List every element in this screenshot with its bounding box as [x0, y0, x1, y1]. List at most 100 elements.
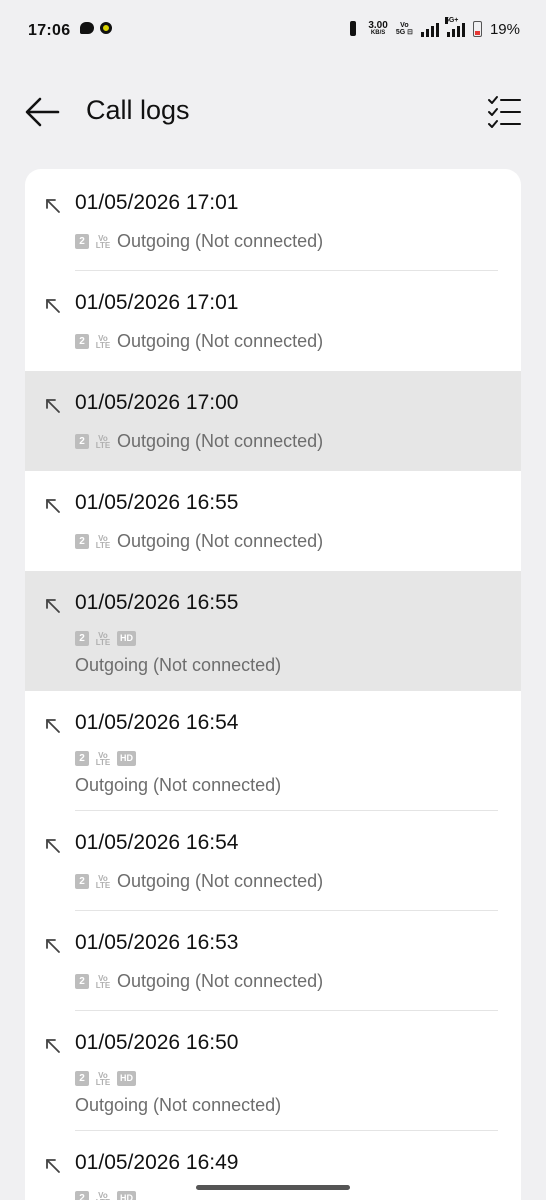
volte-icon-bottom: LTE [95, 880, 111, 890]
outgoing-call-icon [46, 399, 60, 413]
call-status: Outgoing (Not connected) [75, 655, 282, 675]
volte-status-top: Vo [400, 22, 409, 29]
call-datetime: 01/05/2026 16:53 [75, 931, 239, 954]
sim-2-icon: 2 [75, 974, 89, 989]
call-log-item[interactable]: 01/05/2026 17:00 2 Vo LTE Outgoing (Not conn… [25, 371, 521, 471]
outgoing-call-icon [46, 719, 60, 733]
call-log-item[interactable]: 01/05/2026 16:55 2 Vo LTE HD Outgoing (Not co… [25, 571, 521, 691]
sim-2-icon: 2 [75, 751, 89, 766]
call-datetime: 01/05/2026 16:54 [75, 831, 239, 854]
volte-icon-bottom: LTE [95, 240, 111, 250]
screen: 17:06 3.00 KB/S Vo 5G ⊟ 5G+ 19% Call log… [0, 0, 546, 1200]
sim-2-icon: 2 [75, 434, 89, 449]
hd-voice-icon: HD [117, 631, 136, 646]
call-status: Outgoing (Not connected) [117, 531, 324, 551]
volte-icon: VoLTE [95, 234, 111, 250]
call-meta: 2 Vo LTE Outgoing (Not connected) [75, 331, 323, 352]
call-log-item[interactable]: 01/05/2026 16:50 2 Vo LTE HD Outgoing (Not co… [25, 1011, 521, 1131]
outgoing-call-icon [46, 839, 60, 853]
volte-icon: VoLTE [95, 974, 111, 990]
sim-2-icon: 2 [75, 334, 89, 349]
battery-icon [472, 21, 482, 37]
call-meta: 2 VoLTE HD [75, 751, 136, 766]
call-log-item[interactable]: 01/05/2026 16:53 2 Vo LTE Outgoing (Not conn… [25, 911, 521, 1011]
volte-icon: VoLTE [95, 434, 111, 450]
hd-voice-icon: HD [117, 1191, 136, 1200]
status-right-icons: 3.00 KB/S Vo 5G ⊟ 5G+ 19% [346, 17, 520, 38]
call-datetime: 01/05/2026 16:54 [75, 711, 239, 734]
call-meta: 2 Vo LTE Outgoing (Not connected) [75, 971, 323, 992]
sim-2-icon: 2 [75, 1191, 89, 1200]
sim-2-icon: 2 [75, 234, 89, 249]
chat-notification-icon [80, 22, 94, 34]
call-meta: 2 VoLTE HD [75, 1191, 136, 1200]
call-status: Outgoing (Not connected) [117, 871, 324, 891]
app-notification-icon [100, 22, 112, 34]
outgoing-call-icon [46, 499, 60, 513]
network-speed-unit: KB/S [370, 29, 386, 36]
volte-icon: VoLTE [95, 1071, 111, 1087]
hd-voice-icon: HD [117, 1071, 136, 1086]
volte-icon-bottom: LTE [95, 540, 111, 550]
call-datetime: 01/05/2026 16:55 [75, 591, 239, 614]
notification-icons [80, 22, 112, 34]
status-bar: 17:06 3.00 KB/S Vo 5G ⊟ 5G+ 19% [0, 0, 546, 64]
outgoing-call-icon [46, 199, 60, 213]
status-time: 17:06 [28, 22, 71, 39]
multi-select-button[interactable] [484, 92, 524, 132]
call-datetime: 01/05/2026 16:50 [75, 1031, 239, 1054]
call-datetime: 01/05/2026 16:49 [75, 1151, 239, 1174]
back-arrow-icon [25, 97, 60, 127]
outgoing-call-icon [46, 299, 60, 313]
checklist-icon [488, 96, 521, 128]
call-datetime: 01/05/2026 17:01 [75, 291, 239, 314]
call-meta: 2 Vo LTE Outgoing (Not connected) [75, 871, 323, 892]
call-meta: 2 Vo LTE Outgoing (Not connected) [75, 531, 323, 552]
call-meta: 2 VoLTE HD [75, 631, 136, 646]
outgoing-call-icon [46, 599, 60, 613]
signal-icon-sim1 [420, 21, 439, 37]
network-speed-value: 3.00 [368, 19, 388, 31]
volte-icon: VoLTE [95, 631, 111, 647]
call-meta: 2 Vo LTE Outgoing (Not connected) [75, 231, 323, 252]
call-meta: 2 VoLTE HD [75, 1071, 136, 1086]
outgoing-call-icon [46, 1159, 60, 1173]
volte-icon-bottom: LTE [95, 440, 111, 450]
call-status: Outgoing (Not connected) [75, 775, 282, 795]
sim-2-icon: 2 [75, 534, 89, 549]
volte-icon: VoLTE [95, 334, 111, 350]
volte-icon: VoLTE [95, 1191, 111, 1200]
volte-icon-bottom: LTE [95, 637, 111, 647]
volte-status-bottom: 5G ⊟ [395, 29, 413, 36]
battery-percentage: 19% [489, 20, 520, 38]
sim-2-icon: 2 [75, 1071, 89, 1086]
fiveg-tag: 5G+ [444, 17, 459, 24]
call-status: Outgoing (Not connected) [117, 331, 324, 351]
hd-voice-icon: HD [117, 751, 136, 766]
volte-icon-bottom: LTE [95, 1077, 111, 1087]
call-log-item[interactable]: 01/05/2026 17:01 2 Vo LTE Outgoing (Not conn… [25, 169, 521, 271]
call-log-item[interactable]: 01/05/2026 16:55 2 Vo LTE Outgoing (Not conn… [25, 471, 521, 571]
volte-icon: VoLTE [95, 534, 111, 550]
call-datetime: 01/05/2026 17:00 [75, 391, 239, 414]
call-datetime: 01/05/2026 17:01 [75, 191, 239, 214]
call-datetime: 01/05/2026 16:55 [75, 491, 239, 514]
call-status: Outgoing (Not connected) [117, 971, 324, 991]
call-meta: 2 Vo LTE Outgoing (Not connected) [75, 431, 323, 452]
app-header: Call logs [0, 80, 546, 144]
home-indicator[interactable] [196, 1185, 350, 1190]
call-log-item[interactable]: 01/05/2026 16:54 2 Vo LTE HD Outgoing (Not co… [25, 691, 521, 811]
back-button[interactable] [22, 94, 62, 130]
volte-icon-bottom: LTE [95, 340, 111, 350]
sim-2-icon: 2 [75, 874, 89, 889]
network-speed: 3.00 KB/S [368, 19, 388, 37]
call-status: Outgoing (Not connected) [117, 431, 324, 451]
outgoing-call-icon [46, 939, 60, 953]
call-log-list: 01/05/2026 17:01 2 Vo LTE Outgoing (Not conn… [25, 169, 521, 1200]
volte-icon-bottom: LTE [95, 980, 111, 990]
call-log-item[interactable]: 01/05/2026 16:54 2 Vo LTE Outgoing (Not conn… [25, 811, 521, 911]
signal-icon-5g: 5G+ [444, 17, 465, 37]
vibrate-icon [346, 20, 360, 38]
page-title: Call logs [86, 95, 190, 125]
call-log-item[interactable]: 01/05/2026 17:01 2 Vo LTE Outgoing (Not conn… [25, 271, 521, 371]
